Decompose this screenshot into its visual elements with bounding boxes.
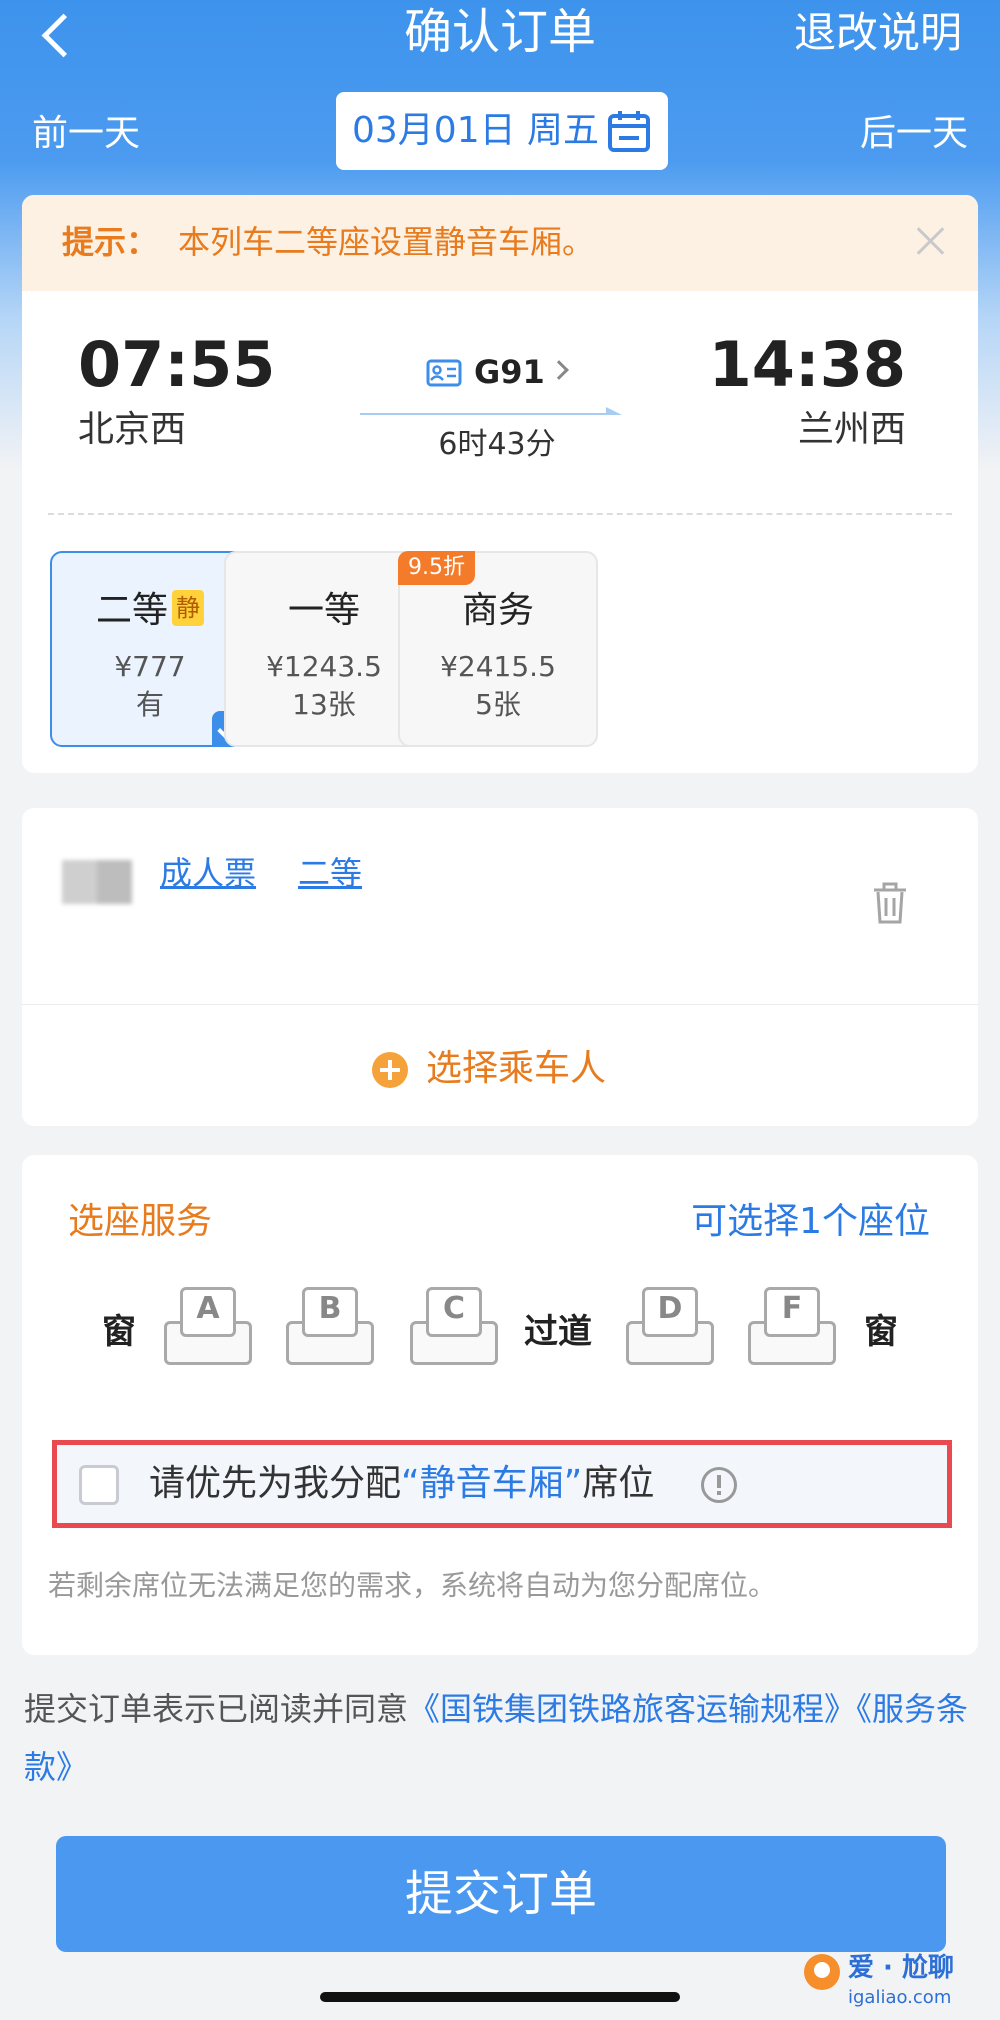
seat-a-button[interactable]: A	[162, 1283, 254, 1369]
seat-d-button[interactable]: D	[624, 1283, 716, 1369]
calendar-icon	[608, 111, 650, 152]
seat-class-availability: 5张	[475, 688, 521, 721]
seat-letter: F	[781, 1291, 803, 1326]
seat-class-second[interactable]: 二等静 ¥777 有	[50, 551, 250, 747]
rules-link[interactable]: 《国铁集团铁路旅客运输规程》	[408, 1690, 856, 1728]
home-indicator[interactable]	[320, 1992, 680, 2002]
watermark-text: 爱 · 尬聊	[848, 1953, 954, 1983]
prev-day-button[interactable]: 前一天	[32, 112, 140, 156]
arrival-station: 兰州西	[797, 409, 906, 450]
train-number: G91	[474, 353, 545, 391]
seat-letter: D	[657, 1291, 683, 1326]
quiet-car-preference-label: 请优先为我分配“静音车厢”席位	[149, 1463, 655, 1504]
date-text: 03月01日 周五	[352, 110, 600, 151]
seat-b-button[interactable]: B	[284, 1283, 376, 1369]
seat-service-title: 选座服务	[68, 1201, 213, 1242]
departure-time: 07:55	[78, 328, 276, 401]
notice-bar: 提示： 本列车二等座设置静音车厢。	[22, 195, 978, 291]
agreement-text: 提交订单表示已阅读并同意《国铁集团铁路旅客运输规程》《服务条款》	[24, 1690, 969, 1786]
seat-class-price: ¥2415.5	[440, 650, 556, 683]
seat-letter: A	[196, 1291, 220, 1326]
plus-icon	[372, 1052, 408, 1088]
direction-arrow-icon	[360, 407, 622, 415]
submit-order-button[interactable]: 提交订单	[56, 1836, 946, 1952]
seat-class-name: 一等	[287, 590, 360, 631]
seat-class-link[interactable]: 二等	[298, 850, 362, 896]
seat-f-button[interactable]: F	[746, 1283, 838, 1369]
close-icon[interactable]	[910, 221, 950, 261]
quiet-badge: 静	[172, 590, 204, 626]
seat-class-business[interactable]: 9.5折 商务 ¥2415.5 5张	[398, 551, 598, 747]
quiet-car-preference[interactable]: 请优先为我分配“静音车厢”席位	[52, 1440, 952, 1528]
seat-assignment-note: 若剩余席位无法满足您的需求，系统将自动为您分配席位。	[48, 1569, 777, 1602]
date-bar: 前一天 03月01日 周五 后一天	[0, 92, 1000, 172]
arrival-time: 14:38	[708, 328, 906, 401]
train-card: 提示： 本列车二等座设置静音车厢。 07:55 北京西 G91 6时43分 14…	[22, 195, 978, 773]
passenger-card: 成人票 二等 选择乘车人	[22, 808, 978, 1126]
date-picker[interactable]: 03月01日 周五	[336, 92, 668, 170]
seat-letter: C	[442, 1291, 466, 1326]
add-passenger-label: 选择乘车人	[426, 1048, 607, 1089]
seat-class-first[interactable]: 一等 ¥1243.5 13张	[224, 551, 424, 747]
trash-icon[interactable]	[872, 882, 908, 924]
seat-letter: B	[318, 1291, 342, 1326]
aisle-label: 过道	[524, 1312, 592, 1352]
notice-text: 本列车二等座设置静音车厢。	[178, 223, 595, 261]
divider	[22, 1004, 978, 1005]
passenger-name-redacted	[62, 860, 132, 904]
quiet-car-checkbox[interactable]	[79, 1465, 119, 1505]
watermark-url: igaliao.com	[848, 1987, 952, 2008]
duration: 6时43分	[438, 427, 556, 462]
info-icon[interactable]	[701, 1467, 737, 1503]
seat-class-price: ¥1243.5	[266, 650, 382, 683]
seat-class-availability: 13张	[292, 688, 356, 721]
seat-c-button[interactable]: C	[408, 1283, 500, 1369]
seat-class-name: 二等静	[52, 587, 248, 635]
divider	[48, 513, 952, 515]
window-label: 窗	[864, 1312, 898, 1352]
nav-bar: 确认订单 退改说明	[0, 0, 1000, 80]
notice-label: 提示：	[62, 223, 159, 261]
watermark: 爱 · 尬聊 igaliao.com	[804, 1950, 982, 2014]
seat-class-name: 商务	[461, 590, 534, 631]
train-number-link[interactable]: G91	[352, 345, 642, 405]
discount-badge: 9.5折	[398, 551, 475, 585]
refund-rules-link[interactable]: 退改说明	[794, 4, 962, 62]
id-card-icon	[426, 359, 462, 387]
watermark-logo-icon	[804, 1954, 840, 1990]
chevron-right-icon	[549, 360, 569, 380]
ticket-type-link[interactable]: 成人票	[160, 850, 256, 896]
departure-station: 北京西	[78, 409, 187, 450]
seat-class-price: ¥777	[114, 650, 186, 683]
window-label: 窗	[102, 1312, 136, 1352]
seat-map: 窗 A B C 过道 D F 窗	[22, 1283, 978, 1383]
next-day-button[interactable]: 后一天	[860, 112, 968, 156]
seat-service-count: 可选择1个座位	[691, 1201, 930, 1242]
